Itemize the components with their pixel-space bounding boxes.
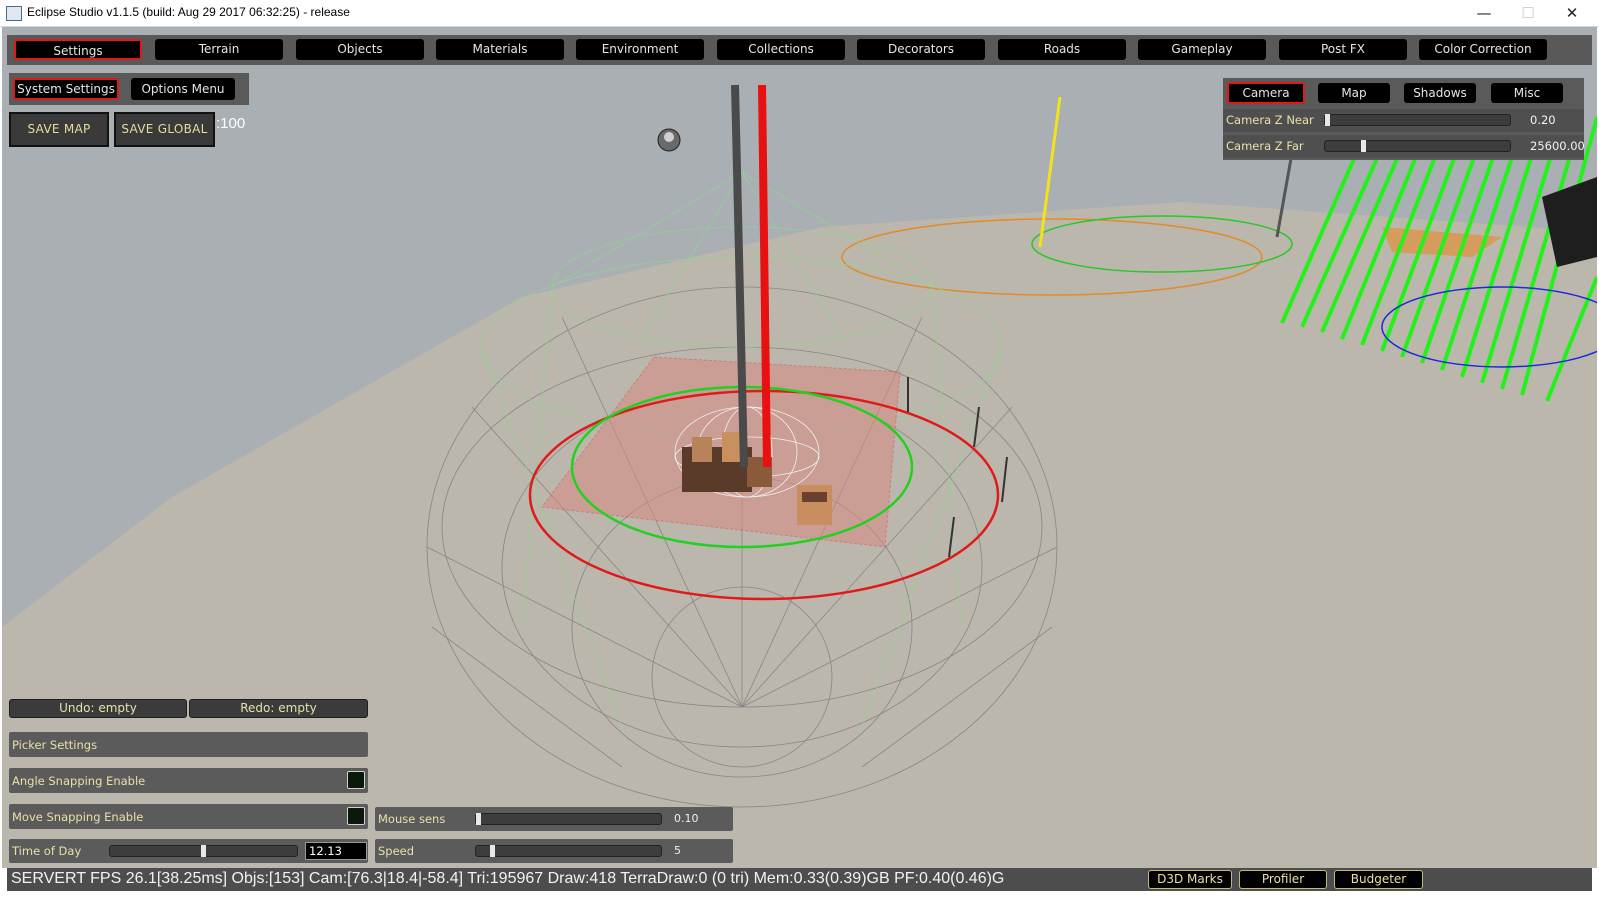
angle-snapping-checkbox[interactable] [347,771,365,789]
menu-materials[interactable]: Materials [436,39,564,60]
slider-knob[interactable] [476,813,481,825]
speed-label: Speed [378,844,415,858]
speed-slider[interactable] [475,845,662,857]
menu-objects[interactable]: Objects [296,39,424,60]
camera-z-far-label: Camera Z Far [1226,139,1304,153]
profiler-button[interactable]: Profiler [1239,870,1327,889]
tab-misc[interactable]: Misc [1491,83,1563,103]
tab-camera[interactable]: Camera [1227,82,1305,104]
menu-gameplay[interactable]: Gameplay [1138,39,1266,60]
maximize-button[interactable]: ☐ [1506,0,1550,26]
window-titlebar: Eclipse Studio v1.1.5 (build: Aug 29 201… [0,0,1599,27]
menu-environment[interactable]: Environment [576,39,704,60]
menu-color-correction[interactable]: Color Correction [1419,39,1547,60]
save-map-button[interactable]: SAVE MAP [9,112,109,147]
save-counter-text: :100 [216,115,246,132]
picker-settings-header[interactable]: Picker Settings [9,732,368,757]
slider-knob[interactable] [201,845,206,857]
mouse-sens-value: 0.10 [674,812,699,825]
camera-z-near-label: Camera Z Near [1226,113,1314,127]
mouse-sens-slider[interactable] [475,813,662,825]
move-snapping-label: Move Snapping Enable [12,810,144,824]
minimize-button[interactable]: — [1462,0,1506,26]
menu-post-fx[interactable]: Post FX [1279,39,1407,60]
menu-decorators[interactable]: Decorators [857,39,985,60]
close-button[interactable]: ✕ [1550,0,1594,26]
camera-z-near-slider[interactable] [1324,114,1511,126]
time-of-day-label: Time of Day [12,844,82,858]
angle-snapping-row: Angle Snapping Enable [9,768,368,793]
tab-options-menu[interactable]: Options Menu [131,78,235,100]
camera-z-near-value: 0.20 [1530,113,1556,127]
window-title: Eclipse Studio v1.1.5 (build: Aug 29 201… [27,5,350,19]
budgeter-button[interactable]: Budgeter [1334,870,1423,889]
menu-settings[interactable]: Settings [14,39,142,60]
camera-z-far-value: 25600.00 [1530,139,1585,153]
redo-button[interactable]: Redo: empty [189,699,368,718]
picker-settings-title: Picker Settings [12,738,98,752]
move-snapping-row: Move Snapping Enable [9,804,368,829]
menu-roads[interactable]: Roads [998,39,1126,60]
move-snapping-checkbox[interactable] [347,807,365,825]
mouse-sens-label: Mouse sens [378,812,446,826]
angle-snapping-label: Angle Snapping Enable [12,774,146,788]
status-bar: SERVERT FPS 26.1[38.25ms] Objs:[153] Cam… [7,868,1592,891]
camera-panel: Camera Map Shadows Misc Camera Z Near 0.… [1223,78,1585,160]
camera-z-far-slider[interactable] [1324,140,1511,152]
d3d-marks-button[interactable]: D3D Marks [1148,870,1232,889]
tab-map[interactable]: Map [1318,83,1390,103]
slider-knob[interactable] [1361,140,1366,152]
save-global-button[interactable]: SAVE GLOBAL [114,112,215,147]
slider-knob[interactable] [490,845,495,857]
settings-tab-bar: System Settings Options Menu [9,73,249,105]
tab-shadows[interactable]: Shadows [1404,83,1476,103]
app-icon [6,6,22,21]
undo-button[interactable]: Undo: empty [9,699,187,718]
menu-collections[interactable]: Collections [717,39,845,60]
status-text: SERVERT FPS 26.1[38.25ms] Objs:[153] Cam… [11,870,1005,887]
slider-knob[interactable] [1325,114,1330,126]
top-menu-bar: Settings Terrain Objects Materials Envir… [7,35,1592,65]
speed-value: 5 [674,844,681,857]
menu-terrain[interactable]: Terrain [155,39,283,60]
tab-system-settings[interactable]: System Settings [13,78,119,100]
time-of-day-slider[interactable] [109,845,298,857]
time-of-day-input[interactable]: 12.13 [305,842,367,860]
